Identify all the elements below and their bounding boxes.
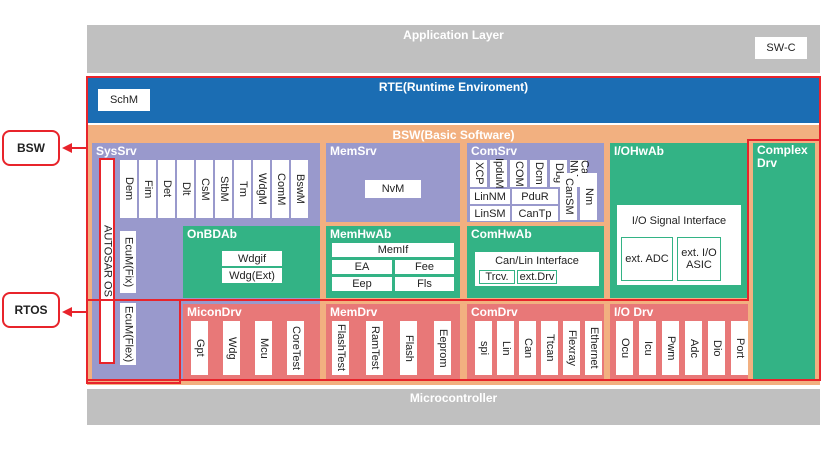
comsrv-item-2: COM <box>510 160 527 187</box>
comdrv-item-5: Ethernet <box>585 321 602 375</box>
microcontroller-layer: Microcontroller <box>87 389 820 425</box>
syssrv-item-2: Det <box>158 160 175 218</box>
pdur-box: PduR <box>512 189 558 204</box>
iohwab-title: I/OHwAb <box>614 144 664 158</box>
memdrv-item-3: Eeprom <box>434 321 451 375</box>
swc-box: SW-C <box>755 37 807 59</box>
memsrv-block: MemSrv NvM <box>326 143 460 222</box>
iodrv-item-2: Pwm <box>662 321 679 375</box>
ext-drv-box: ext.Drv <box>517 270 557 284</box>
can-lin-interface: Can/Lin Interface Trcv. ext.Drv <box>475 252 599 286</box>
micondrv-block: MiconDrv Gpt Wdg Mcu CoreTest <box>183 304 320 380</box>
syssrv-item-6: Tm <box>234 160 251 218</box>
onbdab-title: OnBDAb <box>187 227 237 241</box>
micondrv-item-1: Wdg <box>223 321 240 375</box>
iodrv-item-4: Dio <box>708 321 725 375</box>
bsw-callout: BSW <box>2 130 60 166</box>
syssrv-item-3: Dlt <box>177 160 194 218</box>
fee-box: Fee <box>395 260 454 274</box>
complex-drv-block: Complex Drv <box>753 143 815 380</box>
rtos-arrowhead <box>62 307 72 317</box>
syssrv-item-9: BswM <box>291 160 308 218</box>
autosar-os-box: AUTOSAR OS <box>99 158 115 364</box>
comsrv-title: ComSrv <box>471 144 518 158</box>
syssrv-item-1: Fim <box>139 160 156 218</box>
syssrv-item-8: ComM <box>272 160 289 218</box>
micondrv-item-2: Mcu <box>255 321 272 375</box>
wdg-ext-box: Wdg(Ext) <box>222 268 282 283</box>
wdgif-box: Wdgif <box>222 251 282 266</box>
comdrv-item-2: Can <box>519 321 536 375</box>
syssrv-item-7: WdgM <box>253 160 270 218</box>
application-layer-title: Application Layer <box>403 28 504 42</box>
linsm-box: LinSM <box>470 206 510 221</box>
cansm-box: CanSM <box>560 173 577 220</box>
ecum-fix-box: EcuM(Fix) <box>120 231 136 293</box>
micondrv-title: MiconDrv <box>187 305 242 319</box>
bsw-title: BSW(Basic Software) <box>392 128 515 142</box>
micondrv-item-0: Gpt <box>191 321 208 375</box>
schm-box: SchM <box>98 89 150 111</box>
fls-box: Fls <box>395 277 454 291</box>
micondrv-item-3: CoreTest <box>287 321 304 375</box>
syssrv-item-4: CsM <box>196 160 213 218</box>
memdrv-item-2: Flash <box>400 321 417 375</box>
comdrv-item-3: Ttcan <box>541 321 558 375</box>
memdrv-title: MemDrv <box>330 305 378 319</box>
comhwab-title: ComHwAb <box>471 227 532 241</box>
memdrv-item-0: FlashTest <box>332 321 349 375</box>
ext-adc-box: ext. ADC <box>621 237 673 281</box>
trcv-box: Trcv. <box>479 270 515 284</box>
complex-drv-title: Complex Drv <box>757 143 808 170</box>
can-lin-interface-label: Can/Lin Interface <box>495 255 579 267</box>
application-layer: Application Layer SW-C <box>87 25 820 73</box>
syssrv-title: SysSrv <box>96 144 137 158</box>
nvm-box: NvM <box>365 180 421 198</box>
iodrv-item-0: Ocu <box>616 321 633 375</box>
eep-box: Eep <box>332 277 392 291</box>
comdrv-item-1: Lin <box>497 321 514 375</box>
rte-layer: RTE(Runtime Enviroment) SchM <box>87 77 820 123</box>
memdrv-item-1: RamTest <box>366 321 383 375</box>
comdrv-item-4: Flexray <box>563 321 580 375</box>
bsw-arrowhead <box>62 143 72 153</box>
iodrv-title: I/O Drv <box>614 305 654 319</box>
memhwab-title: MemHwAb <box>330 227 392 241</box>
ecum-flex-box: EcuM(Flex) <box>120 303 136 365</box>
linnm-box: LinNM <box>470 189 510 204</box>
comdrv-item-0: spi <box>475 321 492 375</box>
iodrv-item-1: Icu <box>639 321 656 375</box>
iodrv-item-3: Adc <box>685 321 702 375</box>
comsrv-item-0: XCP <box>470 160 487 187</box>
syssrv-item-5: StbM <box>215 160 232 218</box>
syssrv-item-0: Dem <box>120 160 137 218</box>
iodrv-block: I/O Drv Ocu Icu Pwm Adc Dio Port <box>610 304 748 380</box>
rte-title: RTE(Runtime Enviroment) <box>378 80 529 94</box>
comdrv-title: ComDrv <box>471 305 518 319</box>
comhwab-block: ComHwAb Can/Lin Interface Trcv. ext.Drv <box>467 226 604 298</box>
onbdab-block: OnBDAb Wdgif Wdg(Ext) <box>183 226 320 298</box>
comsrv-item-1: IpduM <box>490 158 507 189</box>
comsrv-item-3: Dcm <box>530 160 547 187</box>
memhwab-block: MemHwAb MemIf EA Fee Eep Fls <box>326 226 460 298</box>
ext-asic-box: ext. I/O ASIC <box>677 237 721 281</box>
memif-box: MemIf <box>332 243 454 257</box>
rtos-callout: RTOS <box>2 292 60 328</box>
memdrv-block: MemDrv FlashTest RamTest Flash Eeprom <box>326 304 460 380</box>
nm-box: Nm <box>580 173 597 220</box>
memsrv-title: MemSrv <box>330 144 377 158</box>
cantp-box: CanTp <box>512 206 558 221</box>
io-signal-interface: I/O Signal Interface ext. ADC ext. I/O A… <box>617 205 741 285</box>
iohwab-block: I/OHwAb I/O Signal Interface ext. ADC ex… <box>610 143 748 298</box>
microcontroller-title: Microcontroller <box>409 391 498 405</box>
ea-box: EA <box>332 260 392 274</box>
iodrv-item-5: Port <box>731 321 748 375</box>
io-signal-interface-label: I/O Signal Interface <box>631 215 727 227</box>
comdrv-block: ComDrv spi Lin Can Ttcan Flexray Ethernet <box>467 304 604 380</box>
comsrv-block: ComSrv XCP IpduM COM Dcm Dbg Can NM LinNM Pdu… <box>467 143 604 222</box>
